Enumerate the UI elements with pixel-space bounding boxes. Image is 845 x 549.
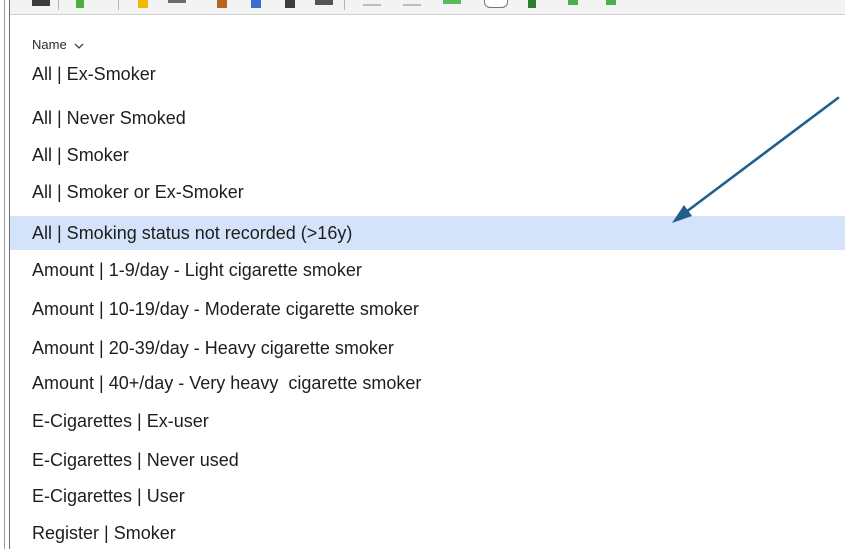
- toolbar-button-6[interactable]: [251, 0, 261, 8]
- list-item[interactable]: E-Cigarettes | Never used: [10, 443, 845, 477]
- list-item[interactable]: Amount | 20-39/day - Heavy cigarette smo…: [10, 331, 845, 365]
- toolbar-separator: [344, 0, 345, 10]
- list-item[interactable]: Amount | 40+/day - Very heavy cigarette …: [10, 366, 845, 400]
- list-item[interactable]: E-Cigarettes | User: [10, 479, 845, 513]
- screenshot-root: Name All | Ex-Smoker All | Never Smoked …: [0, 0, 845, 549]
- column-header-label: Name: [32, 37, 67, 52]
- list-item[interactable]: Register | Smoker: [10, 516, 845, 549]
- toolbar-button-12[interactable]: [484, 0, 508, 8]
- toolbar-button-1[interactable]: [32, 0, 50, 6]
- toolbar-button-13[interactable]: [528, 0, 536, 8]
- toolbar-button-15[interactable]: [606, 0, 616, 5]
- list-item[interactable]: E-Cigarettes | Ex-user: [10, 404, 845, 438]
- list-item[interactable]: All | Smoker or Ex-Smoker: [10, 175, 845, 209]
- list-item[interactable]: All | Ex-Smoker: [10, 57, 845, 91]
- toolbar-button-10[interactable]: [403, 4, 421, 6]
- list-item[interactable]: All | Smoker: [10, 138, 845, 172]
- toolbar-button-9[interactable]: [363, 4, 381, 6]
- list-item-selected[interactable]: All | Smoking status not recorded (>16y): [10, 216, 845, 250]
- toolbar-button-11[interactable]: [443, 0, 461, 4]
- toolbar: [10, 0, 845, 15]
- window-frame-edge: [4, 0, 5, 549]
- toolbar-button-4[interactable]: [168, 0, 186, 3]
- chevron-down-icon[interactable]: [74, 41, 84, 51]
- toolbar-button-14[interactable]: [568, 0, 578, 5]
- toolbar-button-3[interactable]: [138, 0, 148, 8]
- toolbar-separator: [118, 0, 119, 10]
- toolbar-button-8[interactable]: [315, 0, 333, 5]
- list-item[interactable]: All | Never Smoked: [10, 101, 845, 135]
- toolbar-button-7[interactable]: [285, 0, 295, 8]
- list-item[interactable]: Amount | 1-9/day - Light cigarette smoke…: [10, 253, 845, 287]
- list-item[interactable]: Amount | 10-19/day - Moderate cigarette …: [10, 292, 845, 326]
- toolbar-separator: [58, 0, 59, 10]
- toolbar-button-2[interactable]: [76, 0, 84, 8]
- toolbar-button-5[interactable]: [217, 0, 227, 8]
- column-header-name[interactable]: Name: [10, 34, 845, 56]
